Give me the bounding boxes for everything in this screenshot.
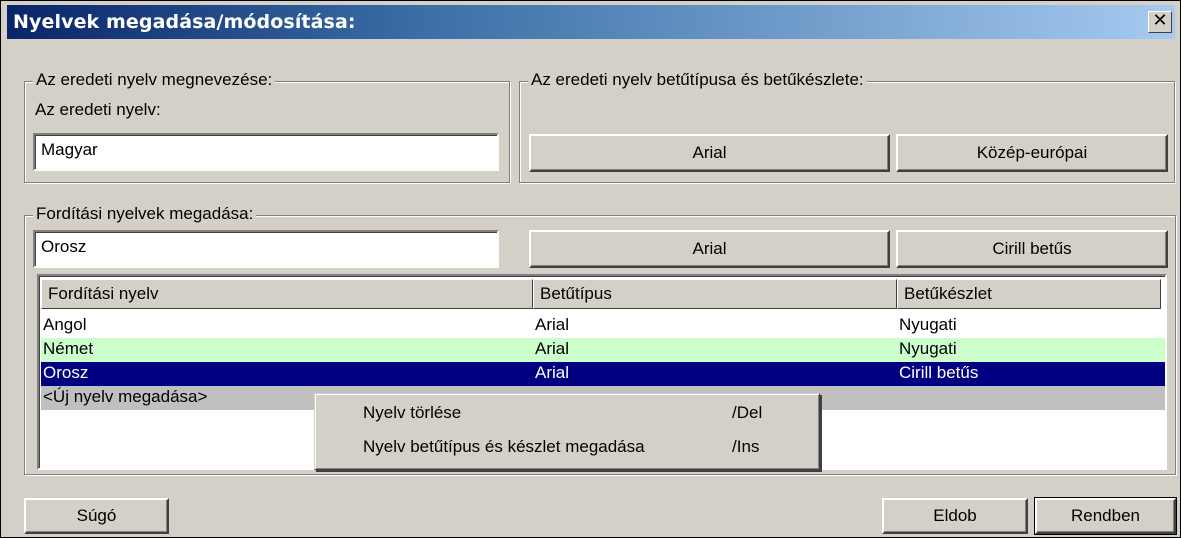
list-row-orosz-selected[interactable]: Orosz Arial Cirill betűs bbox=[41, 362, 1165, 386]
menu-item-label: Nyelv betűtípus és készlet megadása bbox=[363, 437, 645, 456]
translation-languages-legend: Fordítási nyelvek megadása: bbox=[33, 204, 257, 224]
help-button[interactable]: Súgó bbox=[24, 498, 169, 534]
translation-language-input[interactable]: Orosz bbox=[33, 230, 499, 268]
menu-item-delete-language[interactable]: Nyelv törlése /Del bbox=[317, 399, 815, 427]
row-language: Német bbox=[43, 339, 94, 358]
original-language-label: Az eredeti nyelv: bbox=[35, 100, 161, 119]
menu-item-set-font-charset[interactable]: Nyelv betűtípus és készlet megadása /Ins bbox=[317, 433, 815, 461]
original-font-button[interactable]: Arial bbox=[529, 134, 890, 172]
close-icon: ✕ bbox=[1152, 10, 1168, 31]
row-language: Orosz bbox=[43, 363, 89, 382]
menu-item-label: Nyelv törlése bbox=[363, 403, 462, 422]
row-charset: Nyugati bbox=[899, 315, 957, 334]
row-font: Arial bbox=[535, 339, 570, 358]
list-row-nemet[interactable]: Német Arial Nyugati bbox=[41, 338, 1165, 362]
menu-item-shortcut: /Ins bbox=[732, 437, 760, 456]
column-header-language[interactable]: Fordítási nyelv bbox=[41, 279, 533, 309]
row-font: Arial bbox=[535, 363, 570, 382]
original-language-input[interactable]: Magyar bbox=[33, 133, 499, 171]
translation-font-button[interactable]: Arial bbox=[529, 230, 890, 268]
context-menu: Nyelv törlése /Del Nyelv betűtípus és ké… bbox=[314, 393, 820, 470]
row-language: Angol bbox=[43, 315, 87, 334]
cancel-button[interactable]: Eldob bbox=[882, 498, 1028, 534]
menu-item-shortcut: /Del bbox=[732, 403, 763, 422]
ok-button[interactable]: Rendben bbox=[1034, 497, 1177, 535]
row-charset: Nyugati bbox=[899, 339, 957, 358]
row-language: <Új nyelv megadása> bbox=[43, 387, 208, 406]
original-font-legend: Az eredeti nyelv betűtípusa és betűkészl… bbox=[528, 70, 867, 90]
row-font: Arial bbox=[535, 315, 570, 334]
dialog-window: Nyelvek megadása/módosítása: ✕ Az eredet… bbox=[0, 0, 1181, 538]
original-charset-button[interactable]: Közép-európai bbox=[896, 134, 1168, 172]
column-header-charset[interactable]: Betűkészlet bbox=[897, 279, 1161, 309]
list-row-angol[interactable]: Angol Arial Nyugati bbox=[41, 314, 1165, 338]
column-header-font[interactable]: Betűtípus bbox=[533, 279, 897, 309]
original-language-legend: Az eredeti nyelv megnevezése: bbox=[33, 70, 276, 90]
window-title: Nyelvek megadása/módosítása: bbox=[13, 11, 356, 33]
close-button[interactable]: ✕ bbox=[1148, 11, 1172, 33]
row-charset: Cirill betűs bbox=[899, 363, 979, 382]
title-bar[interactable]: Nyelvek megadása/módosítása: ✕ bbox=[7, 5, 1175, 39]
translation-charset-button[interactable]: Cirill betűs bbox=[896, 230, 1168, 268]
